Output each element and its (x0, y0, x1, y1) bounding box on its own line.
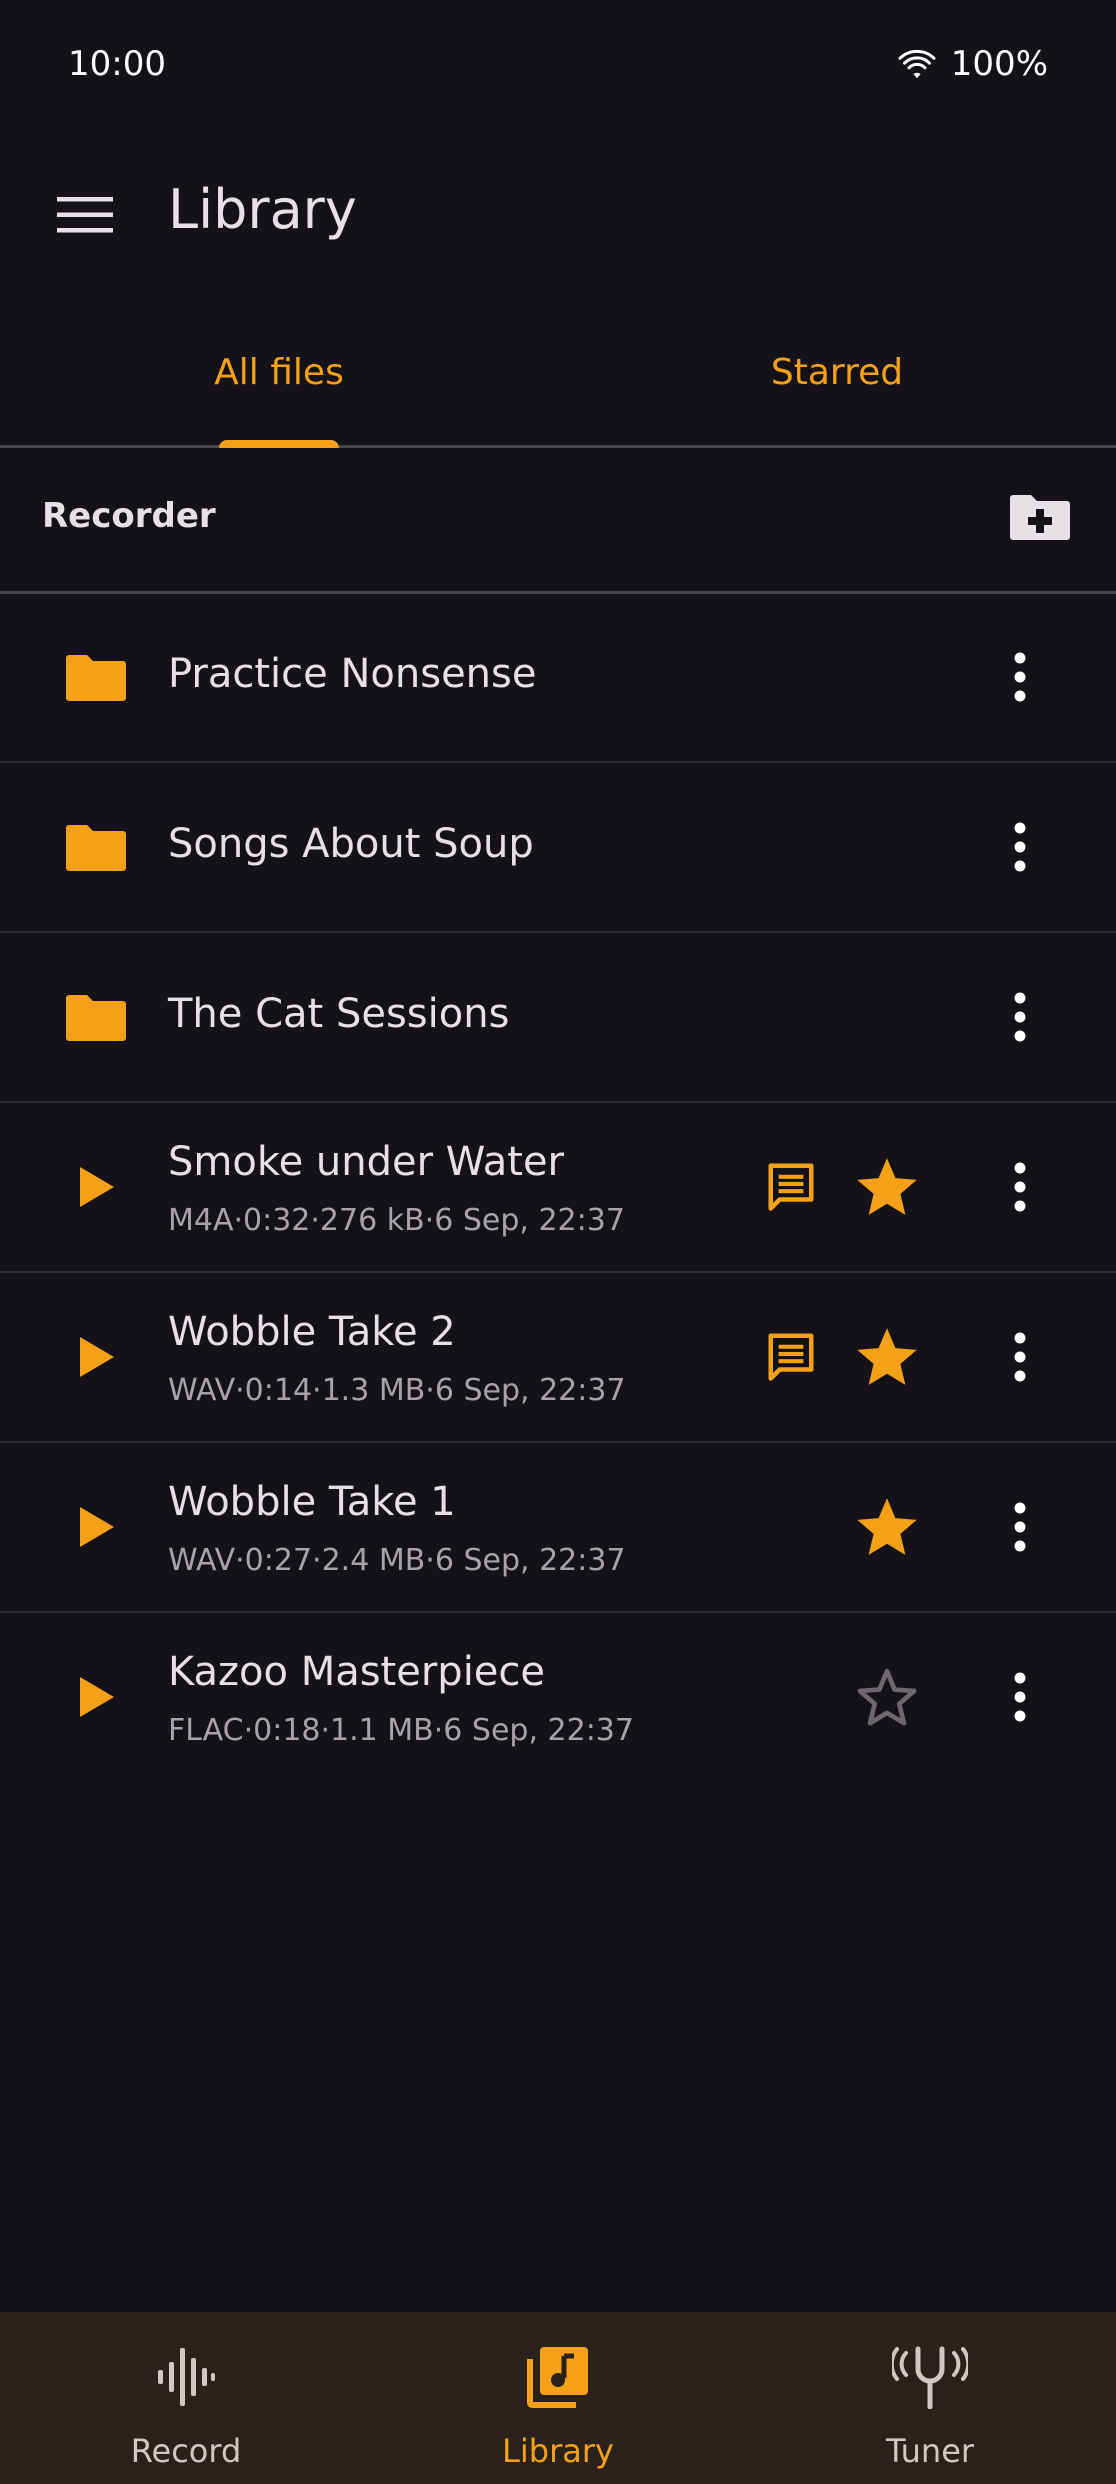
star-outline-icon[interactable] (852, 1663, 922, 1733)
status-bar: 10:00 100% (0, 0, 1116, 130)
app-bar: Library (0, 160, 1116, 270)
nav-record[interactable]: Record (0, 2312, 372, 2484)
play-button[interactable] (48, 1317, 144, 1397)
recording-title: Wobble Take 1 (168, 1479, 456, 1525)
more-vert-icon (1014, 822, 1026, 872)
recording-row[interactable]: Wobble Take 2 WAV·0:14·1.3 MB·6 Sep, 22:… (0, 1273, 1116, 1443)
waveform-icon (146, 2342, 226, 2412)
play-icon (80, 1337, 114, 1377)
create-folder-icon (1010, 495, 1070, 540)
folder-row[interactable]: Practice Nonsense (0, 593, 1116, 763)
file-list: Practice Nonsense Songs About Soup The C… (0, 593, 1116, 1781)
play-icon (80, 1677, 114, 1717)
recording-title: Wobble Take 2 (168, 1309, 456, 1355)
bottom-navigation: Record Library Tuner (0, 2312, 1116, 2484)
tuning-fork-icon (890, 2342, 970, 2412)
nav-label: Library (502, 2432, 614, 2470)
nav-tuner[interactable]: Tuner (744, 2312, 1116, 2484)
nav-library[interactable]: Library (372, 2312, 744, 2484)
play-button[interactable] (48, 1657, 144, 1737)
folder-name: Songs About Soup (168, 821, 534, 867)
star-filled-icon[interactable] (852, 1153, 922, 1223)
play-icon (80, 1167, 114, 1207)
more-options-button[interactable] (980, 1487, 1060, 1567)
create-folder-button[interactable] (1000, 476, 1080, 556)
more-options-button[interactable] (980, 1317, 1060, 1397)
play-button[interactable] (48, 1487, 144, 1567)
recording-meta: M4A·0:32·276 kB·6 Sep, 22:37 (168, 1203, 625, 1238)
tab-bar: All files Starred (0, 300, 1116, 448)
star-filled-icon[interactable] (852, 1493, 922, 1563)
play-icon (80, 1507, 114, 1547)
music-library-icon (518, 2342, 598, 2412)
more-options-button[interactable] (980, 977, 1060, 1057)
tab-starred[interactable]: Starred (558, 300, 1116, 445)
more-vert-icon (1014, 1672, 1026, 1722)
play-button[interactable] (48, 1147, 144, 1227)
folder-icon (48, 637, 144, 717)
recording-row[interactable]: Wobble Take 1 WAV·0:27·2.4 MB·6 Sep, 22:… (0, 1443, 1116, 1613)
recording-title: Smoke under Water (168, 1139, 564, 1185)
recording-title: Kazoo Masterpiece (168, 1649, 546, 1695)
folder-name: The Cat Sessions (168, 991, 510, 1037)
tab-all-files[interactable]: All files (0, 300, 558, 445)
nav-label: Tuner (885, 2432, 975, 2470)
more-vert-icon (1014, 1502, 1026, 1552)
nav-label: Record (130, 2432, 242, 2470)
battery-percent: 100% (950, 44, 1048, 84)
more-vert-icon (1014, 652, 1026, 702)
recording-meta: FLAC·0:18·1.1 MB·6 Sep, 22:37 (168, 1713, 634, 1748)
menu-button[interactable] (40, 170, 130, 260)
folder-name: Practice Nonsense (168, 651, 537, 697)
recording-row[interactable]: Smoke under Water M4A·0:32·276 kB·6 Sep,… (0, 1103, 1116, 1273)
more-vert-icon (1014, 1162, 1026, 1212)
more-options-button[interactable] (980, 637, 1060, 717)
menu-icon (57, 197, 113, 233)
tab-label: All files (214, 352, 344, 393)
page-title: Library (168, 178, 357, 241)
folder-row[interactable]: The Cat Sessions (0, 933, 1116, 1103)
wifi-icon (898, 49, 936, 79)
status-indicators: 100% (897, 44, 1048, 84)
note-icon (768, 1333, 814, 1381)
recording-row[interactable]: Kazoo Masterpiece FLAC·0:18·1.1 MB·6 Sep… (0, 1613, 1116, 1781)
more-options-button[interactable] (980, 1147, 1060, 1227)
folder-icon (48, 807, 144, 887)
folder-icon (48, 977, 144, 1057)
more-options-button[interactable] (980, 807, 1060, 887)
recording-meta: WAV·0:14·1.3 MB·6 Sep, 22:37 (168, 1373, 626, 1408)
folder-row[interactable]: Songs About Soup (0, 763, 1116, 933)
section-header: Recorder (0, 446, 1116, 594)
section-title: Recorder (42, 496, 216, 536)
more-options-button[interactable] (980, 1657, 1060, 1737)
tab-label: Starred (770, 352, 904, 393)
more-vert-icon (1014, 992, 1026, 1042)
more-vert-icon (1014, 1332, 1026, 1382)
star-filled-icon[interactable] (852, 1323, 922, 1393)
note-icon (768, 1163, 814, 1211)
recording-meta: WAV·0:27·2.4 MB·6 Sep, 22:37 (168, 1543, 626, 1578)
status-time: 10:00 (68, 44, 166, 84)
